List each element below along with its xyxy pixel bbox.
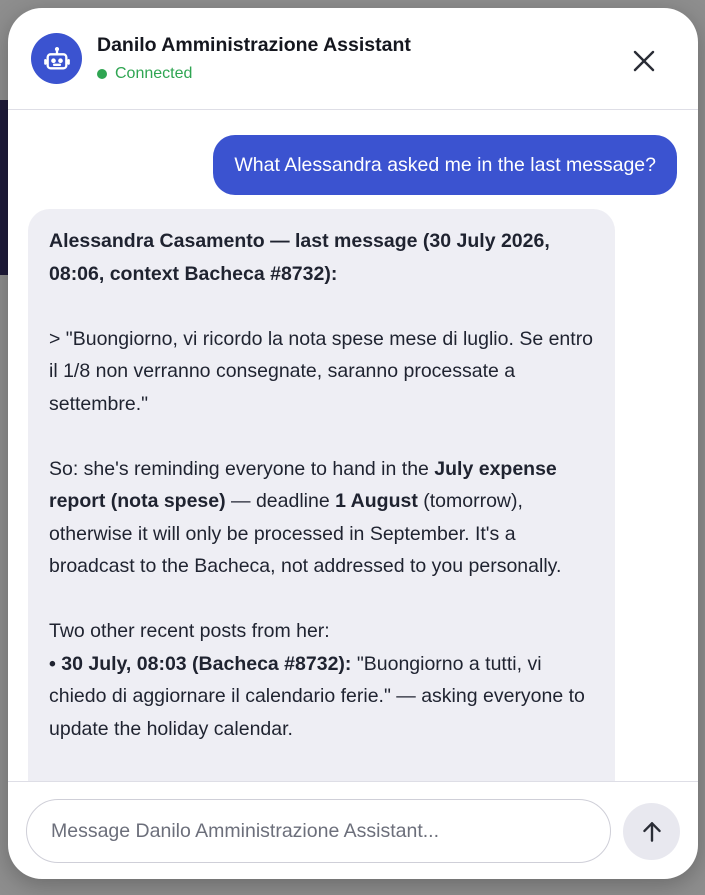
assistant-message: Alessandra Casamento — last message (30 … — [28, 209, 615, 781]
user-message: What Alessandra asked me in the last mes… — [213, 135, 677, 195]
message-heading: Alessandra Casamento — last message (30 … — [49, 230, 550, 285]
connection-status: Connected — [97, 64, 192, 84]
message-other-posts-intro: Two other recent posts from her: — [49, 620, 330, 642]
close-icon — [633, 50, 655, 72]
message-composer — [8, 781, 698, 879]
message-summary: So: she's reminding everyone to hand in … — [49, 457, 562, 578]
chat-header: Danilo Amministrazione Assistant Connect… — [8, 8, 698, 110]
close-button[interactable] — [624, 41, 664, 81]
status-text: Connected — [115, 65, 193, 82]
assistant-avatar — [31, 33, 82, 84]
chat-window: Danilo Amministrazione Assistant Connect… — [8, 8, 698, 879]
send-button[interactable] — [623, 803, 680, 860]
robot-icon — [43, 46, 70, 69]
message-bullet-item: • 30 July, 08:03 (Bacheca #8732): "Buong… — [49, 652, 585, 740]
message-quote: > "Buongiorno, vi ricordo la nota spese … — [49, 327, 594, 415]
assistant-title: Danilo Amministrazione Assistant — [97, 34, 411, 56]
status-dot-icon — [97, 69, 107, 79]
arrow-up-icon — [642, 821, 661, 842]
message-list[interactable]: What Alessandra asked me in the last mes… — [8, 111, 698, 781]
message-input[interactable] — [26, 799, 611, 863]
